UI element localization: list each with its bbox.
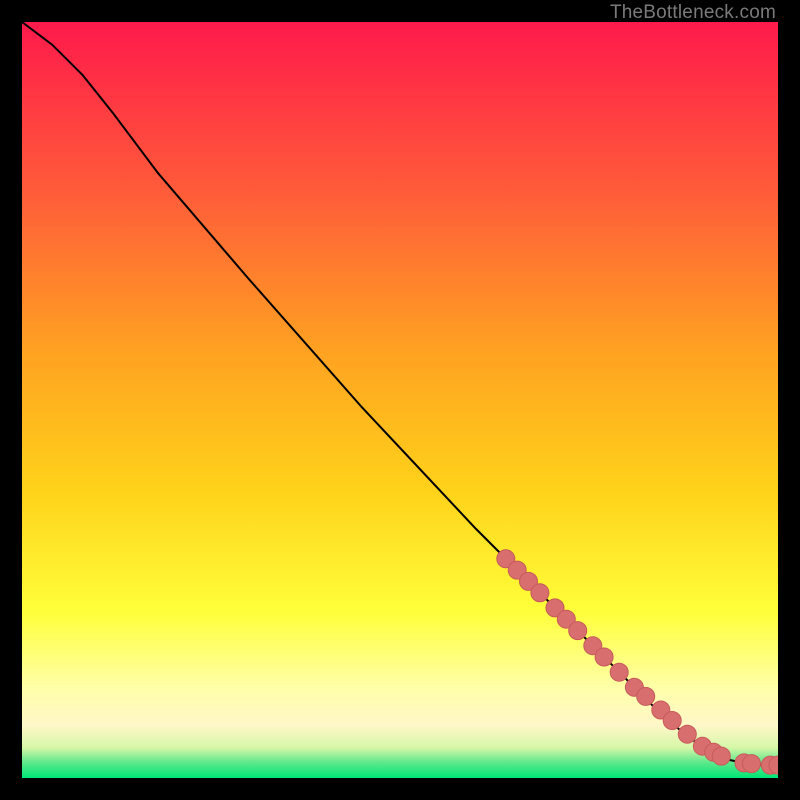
data-marker xyxy=(531,584,549,602)
data-marker xyxy=(569,622,587,640)
data-marker xyxy=(663,712,681,730)
chart-svg xyxy=(22,22,778,778)
data-marker xyxy=(743,755,761,773)
attribution-text: TheBottleneck.com xyxy=(610,2,776,24)
data-marker xyxy=(637,687,655,705)
data-marker xyxy=(678,725,696,743)
data-marker xyxy=(595,648,613,666)
data-marker xyxy=(712,747,730,765)
data-marker xyxy=(610,663,628,681)
gradient-background xyxy=(22,22,778,778)
chart-frame xyxy=(22,22,778,778)
